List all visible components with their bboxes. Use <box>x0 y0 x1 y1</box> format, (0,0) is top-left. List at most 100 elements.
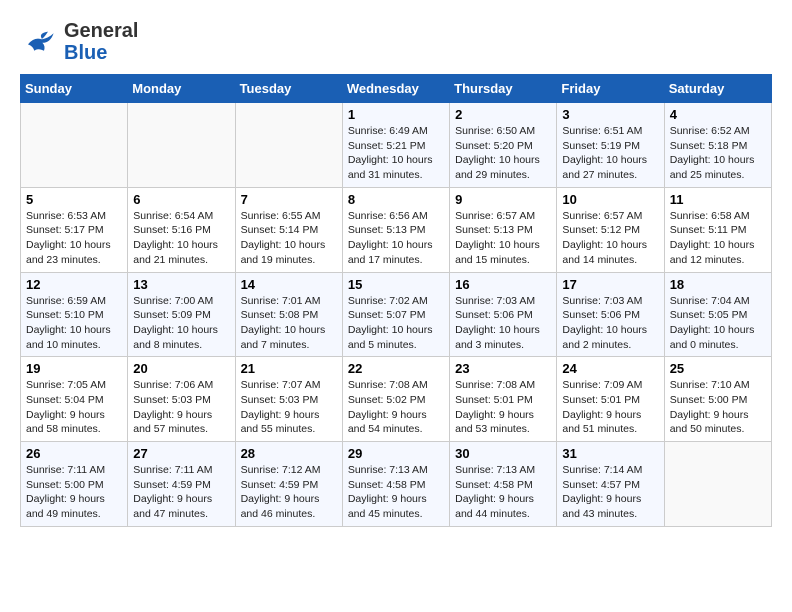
day-info: Sunrise: 7:01 AM Sunset: 5:08 PM Dayligh… <box>241 294 337 353</box>
calendar-cell: 28Sunrise: 7:12 AM Sunset: 4:59 PM Dayli… <box>235 442 342 527</box>
calendar-cell <box>21 103 128 188</box>
day-info: Sunrise: 7:03 AM Sunset: 5:06 PM Dayligh… <box>455 294 551 353</box>
calendar-cell: 2 Sunrise: 6:50 AM Sunset: 5:20 PM Daylig… <box>450 103 557 188</box>
day-info: Sunrise: 6:57 AM Sunset: 5:13 PM Dayligh… <box>455 209 551 268</box>
day-number: 10 <box>562 192 658 207</box>
day-info: Sunrise: 6:52 AM Sunset: 5:18 PM Dayligh… <box>670 124 766 183</box>
day-number: 13 <box>133 277 229 292</box>
day-number: 19 <box>26 361 122 376</box>
calendar-cell: 9 Sunrise: 6:57 AM Sunset: 5:13 PM Daylig… <box>450 187 557 272</box>
calendar-cell: 19 Sunrise: 7:05 AM Sunset: 5:04 PM Dayli… <box>21 357 128 442</box>
weekday-header-tuesday: Tuesday <box>235 75 342 103</box>
calendar-cell: 16 Sunrise: 7:03 AM Sunset: 5:06 PM Dayli… <box>450 272 557 357</box>
calendar-cell: 22 Sunrise: 7:08 AM Sunset: 5:02 PM Dayli… <box>342 357 449 442</box>
day-number: 21 <box>241 361 337 376</box>
weekday-header-saturday: Saturday <box>664 75 771 103</box>
day-number: 22 <box>348 361 444 376</box>
day-number: 24 <box>562 361 658 376</box>
calendar-cell: 3Sunrise: 6:51 AM Sunset: 5:19 PM Daylig… <box>557 103 664 188</box>
weekday-header-monday: Monday <box>128 75 235 103</box>
calendar-cell: 17 Sunrise: 7:03 AM Sunset: 5:06 PM Dayli… <box>557 272 664 357</box>
calendar-cell: 31 Sunrise: 7:14 AM Sunset: 4:57 PM Dayli… <box>557 442 664 527</box>
day-info: Sunrise: 6:57 AM Sunset: 5:12 PM Dayligh… <box>562 209 658 268</box>
day-number: 26 <box>26 446 122 461</box>
day-info: Sunrise: 6:55 AM Sunset: 5:14 PM Dayligh… <box>241 209 337 268</box>
calendar-week-1: 1 Sunrise: 6:49 AM Sunset: 5:21 PM Daylig… <box>21 103 772 188</box>
calendar-cell: 24 Sunrise: 7:09 AM Sunset: 5:01 PM Dayli… <box>557 357 664 442</box>
calendar-week-3: 12 Sunrise: 6:59 AM Sunset: 5:10 PM Dayli… <box>21 272 772 357</box>
day-info: Sunrise: 7:00 AM Sunset: 5:09 PM Dayligh… <box>133 294 229 353</box>
weekday-header-wednesday: Wednesday <box>342 75 449 103</box>
calendar-header: SundayMondayTuesdayWednesdayThursdayFrid… <box>21 75 772 103</box>
weekday-header-friday: Friday <box>557 75 664 103</box>
day-number: 16 <box>455 277 551 292</box>
calendar-cell: 30Sunrise: 7:13 AM Sunset: 4:58 PM Dayli… <box>450 442 557 527</box>
calendar-cell: 1 Sunrise: 6:49 AM Sunset: 5:21 PM Daylig… <box>342 103 449 188</box>
calendar-cell: 14 Sunrise: 7:01 AM Sunset: 5:08 PM Dayli… <box>235 272 342 357</box>
calendar-cell: 5 Sunrise: 6:53 AM Sunset: 5:17 PM Daylig… <box>21 187 128 272</box>
day-info: Sunrise: 7:11 AM Sunset: 4:59 PM Dayligh… <box>133 463 229 522</box>
day-info: Sunrise: 6:58 AM Sunset: 5:11 PM Dayligh… <box>670 209 766 268</box>
day-info: Sunrise: 7:03 AM Sunset: 5:06 PM Dayligh… <box>562 294 658 353</box>
calendar-cell: 20 Sunrise: 7:06 AM Sunset: 5:03 PM Dayli… <box>128 357 235 442</box>
day-number: 12 <box>26 277 122 292</box>
day-info: Sunrise: 7:06 AM Sunset: 5:03 PM Dayligh… <box>133 378 229 437</box>
calendar-cell: 25 Sunrise: 7:10 AM Sunset: 5:00 PM Dayli… <box>664 357 771 442</box>
day-number: 14 <box>241 277 337 292</box>
day-number: 8 <box>348 192 444 207</box>
day-info: Sunrise: 6:53 AM Sunset: 5:17 PM Dayligh… <box>26 209 122 268</box>
calendar-cell <box>664 442 771 527</box>
day-info: Sunrise: 7:09 AM Sunset: 5:01 PM Dayligh… <box>562 378 658 437</box>
day-info: Sunrise: 6:56 AM Sunset: 5:13 PM Dayligh… <box>348 209 444 268</box>
day-number: 3 <box>562 107 658 122</box>
calendar-cell: 7Sunrise: 6:55 AM Sunset: 5:14 PM Daylig… <box>235 187 342 272</box>
day-info: Sunrise: 7:04 AM Sunset: 5:05 PM Dayligh… <box>670 294 766 353</box>
logo: General Blue <box>20 20 138 64</box>
logo-icon <box>20 22 60 62</box>
weekday-header-row: SundayMondayTuesdayWednesdayThursdayFrid… <box>21 75 772 103</box>
day-number: 27 <box>133 446 229 461</box>
calendar-cell: 10 Sunrise: 6:57 AM Sunset: 5:12 PM Dayli… <box>557 187 664 272</box>
calendar-week-4: 19 Sunrise: 7:05 AM Sunset: 5:04 PM Dayli… <box>21 357 772 442</box>
weekday-header-sunday: Sunday <box>21 75 128 103</box>
day-info: Sunrise: 7:05 AM Sunset: 5:04 PM Dayligh… <box>26 378 122 437</box>
calendar-cell: 23 Sunrise: 7:08 AM Sunset: 5:01 PM Dayli… <box>450 357 557 442</box>
day-number: 31 <box>562 446 658 461</box>
day-info: Sunrise: 6:50 AM Sunset: 5:20 PM Dayligh… <box>455 124 551 183</box>
calendar-cell: 12 Sunrise: 6:59 AM Sunset: 5:10 PM Dayli… <box>21 272 128 357</box>
calendar-cell: 29Sunrise: 7:13 AM Sunset: 4:58 PM Dayli… <box>342 442 449 527</box>
day-info: Sunrise: 7:08 AM Sunset: 5:02 PM Dayligh… <box>348 378 444 437</box>
day-info: Sunrise: 7:12 AM Sunset: 4:59 PM Dayligh… <box>241 463 337 522</box>
calendar-cell: 15 Sunrise: 7:02 AM Sunset: 5:07 PM Dayli… <box>342 272 449 357</box>
day-number: 9 <box>455 192 551 207</box>
calendar-cell: 6Sunrise: 6:54 AM Sunset: 5:16 PM Daylig… <box>128 187 235 272</box>
day-info: Sunrise: 7:10 AM Sunset: 5:00 PM Dayligh… <box>670 378 766 437</box>
weekday-header-thursday: Thursday <box>450 75 557 103</box>
day-info: Sunrise: 7:11 AM Sunset: 5:00 PM Dayligh… <box>26 463 122 522</box>
day-number: 5 <box>26 192 122 207</box>
day-info: Sunrise: 6:49 AM Sunset: 5:21 PM Dayligh… <box>348 124 444 183</box>
day-number: 17 <box>562 277 658 292</box>
calendar-table: SundayMondayTuesdayWednesdayThursdayFrid… <box>20 74 772 527</box>
day-info: Sunrise: 6:59 AM Sunset: 5:10 PM Dayligh… <box>26 294 122 353</box>
day-info: Sunrise: 7:02 AM Sunset: 5:07 PM Dayligh… <box>348 294 444 353</box>
day-number: 23 <box>455 361 551 376</box>
calendar-cell <box>128 103 235 188</box>
day-number: 25 <box>670 361 766 376</box>
calendar-cell: 18Sunrise: 7:04 AM Sunset: 5:05 PM Dayli… <box>664 272 771 357</box>
day-number: 4 <box>670 107 766 122</box>
day-info: Sunrise: 7:08 AM Sunset: 5:01 PM Dayligh… <box>455 378 551 437</box>
day-number: 15 <box>348 277 444 292</box>
calendar-cell <box>235 103 342 188</box>
day-number: 1 <box>348 107 444 122</box>
calendar-week-2: 5 Sunrise: 6:53 AM Sunset: 5:17 PM Daylig… <box>21 187 772 272</box>
day-number: 11 <box>670 192 766 207</box>
day-number: 2 <box>455 107 551 122</box>
calendar-cell: 8 Sunrise: 6:56 AM Sunset: 5:13 PM Daylig… <box>342 187 449 272</box>
calendar-cell: 13 Sunrise: 7:00 AM Sunset: 5:09 PM Dayli… <box>128 272 235 357</box>
day-number: 30 <box>455 446 551 461</box>
day-number: 20 <box>133 361 229 376</box>
day-info: Sunrise: 7:14 AM Sunset: 4:57 PM Dayligh… <box>562 463 658 522</box>
calendar-cell: 21Sunrise: 7:07 AM Sunset: 5:03 PM Dayli… <box>235 357 342 442</box>
calendar-week-5: 26 Sunrise: 7:11 AM Sunset: 5:00 PM Dayli… <box>21 442 772 527</box>
